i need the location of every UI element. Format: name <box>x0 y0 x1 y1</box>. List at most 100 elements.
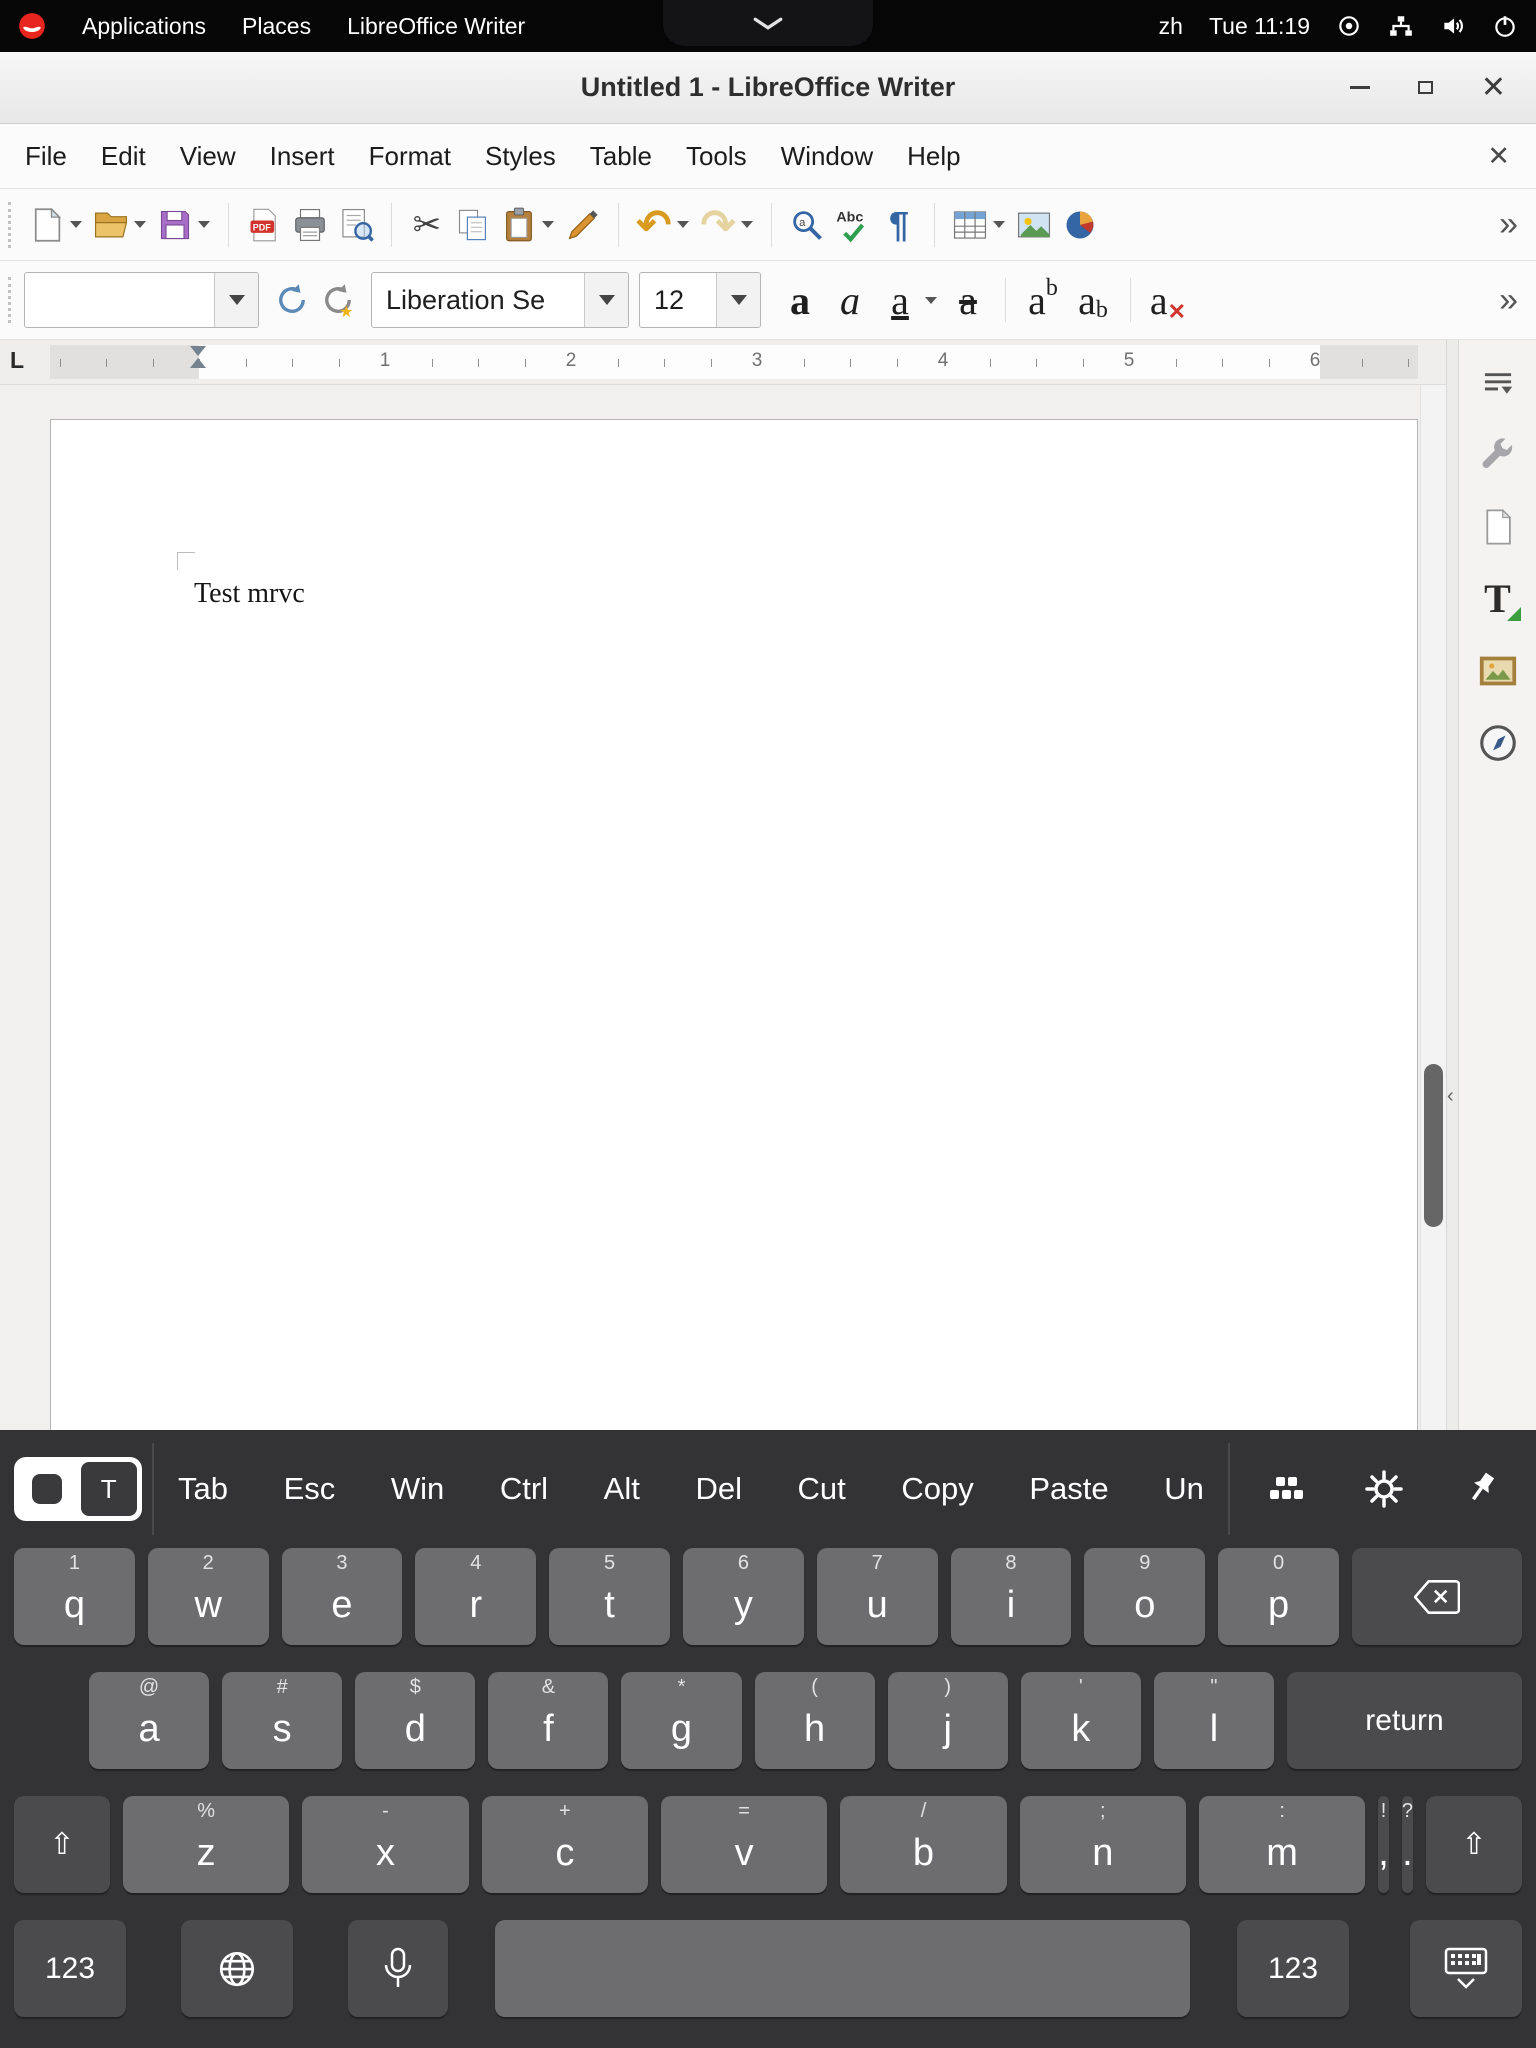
key-p[interactable]: 0p <box>1218 1548 1339 1645</box>
key-i[interactable]: 8i <box>951 1548 1072 1645</box>
key-.[interactable]: ?. <box>1402 1796 1413 1893</box>
close-window-button[interactable]: ✕ <box>1481 73 1506 103</box>
globe-key[interactable] <box>181 1920 293 2017</box>
underline-button[interactable]: a <box>875 272 925 328</box>
font-size-dropdown[interactable] <box>716 273 760 327</box>
bold-button[interactable]: a <box>775 272 825 328</box>
key-,[interactable]: !, <box>1378 1796 1389 1893</box>
menu-item-format[interactable]: Format <box>352 141 468 172</box>
menu-item-file[interactable]: File <box>8 141 84 172</box>
kb-toolbar-key-del[interactable]: Del <box>695 1471 742 1507</box>
numbers-key-right[interactable]: 123 <box>1237 1920 1349 2017</box>
new-style-button[interactable]: ★ <box>315 272 361 328</box>
print-button[interactable] <box>287 197 333 253</box>
sidebar-gallery-button[interactable] <box>1471 644 1525 698</box>
power-icon[interactable] <box>1492 13 1518 39</box>
tab-stop-selector[interactable]: L <box>10 347 24 374</box>
shift-key-right[interactable]: ⇧ <box>1426 1796 1522 1893</box>
restore-button[interactable] <box>1418 81 1433 94</box>
sidebar-styles-button[interactable]: T <box>1471 572 1525 626</box>
sidebar-properties-button[interactable] <box>1471 428 1525 482</box>
places-menu[interactable]: Places <box>242 13 311 40</box>
key-t[interactable]: 5t <box>549 1548 670 1645</box>
underline-dropdown[interactable] <box>925 297 937 304</box>
font-name-dropdown[interactable] <box>584 273 628 327</box>
undo-dropdown[interactable] <box>677 221 689 228</box>
toolbar-overflow-button[interactable]: » <box>1499 205 1524 244</box>
active-app-menu[interactable]: LibreOffice Writer <box>347 13 525 40</box>
font-size-value[interactable]: 12 <box>640 273 716 327</box>
dictation-key[interactable] <box>348 1920 448 2017</box>
key-j[interactable]: )j <box>888 1672 1008 1769</box>
document-text[interactable]: Test mrvc <box>194 578 305 610</box>
key-g[interactable]: *g <box>621 1672 741 1769</box>
menu-item-styles[interactable]: Styles <box>468 141 573 172</box>
minimize-button[interactable] <box>1350 86 1370 89</box>
sidebar-collapse-strip[interactable]: ‹ <box>1446 340 1458 1430</box>
key-l[interactable]: "l <box>1154 1672 1274 1769</box>
space-key[interactable] <box>495 1920 1190 2017</box>
superscript-button[interactable]: ab <box>1018 272 1068 328</box>
export-pdf-button[interactable]: PDF <box>241 197 287 253</box>
key-w[interactable]: 2w <box>148 1548 269 1645</box>
left-indent-handle[interactable] <box>190 358 206 368</box>
close-document-button[interactable]: ✕ <box>1487 141 1528 172</box>
kb-toolbar-key-esc[interactable]: Esc <box>284 1471 336 1507</box>
insert-table-dropdown[interactable] <box>993 221 1005 228</box>
key-q[interactable]: 1q <box>14 1548 135 1645</box>
horizontal-ruler[interactable]: 123456 L <box>0 340 1446 385</box>
cut-button[interactable]: ✂ <box>404 197 450 253</box>
clock[interactable]: Tue 11:19 <box>1209 13 1310 40</box>
keyboard-mode-toggle[interactable]: T <box>14 1457 142 1521</box>
save-button[interactable] <box>152 197 198 253</box>
font-name-value[interactable]: Liberation Se <box>372 273 584 327</box>
font-name-combo[interactable]: Liberation Se <box>371 272 629 328</box>
open-dropdown[interactable] <box>134 221 146 228</box>
return-key[interactable]: return <box>1287 1672 1522 1769</box>
document-page[interactable]: Test mrvc <box>50 419 1418 1430</box>
toolbar-drag-handle[interactable] <box>8 202 14 248</box>
key-v[interactable]: =v <box>661 1796 827 1893</box>
paragraph-style-value[interactable] <box>25 273 214 327</box>
insert-table-button[interactable] <box>947 197 993 253</box>
font-size-combo[interactable]: 12 <box>639 272 761 328</box>
key-b[interactable]: /b <box>840 1796 1006 1893</box>
kb-toolbar-key-tab[interactable]: Tab <box>178 1471 228 1507</box>
toolbar-drag-handle[interactable] <box>8 277 14 323</box>
find-replace-button[interactable]: a <box>784 197 830 253</box>
key-y[interactable]: 6y <box>683 1548 804 1645</box>
key-f[interactable]: &f <box>488 1672 608 1769</box>
paragraph-style-combo[interactable] <box>24 272 259 328</box>
insert-image-button[interactable] <box>1011 197 1057 253</box>
menu-item-table[interactable]: Table <box>573 141 669 172</box>
clear-formatting-button[interactable]: a✕ <box>1143 272 1193 328</box>
redo-dropdown[interactable] <box>741 221 753 228</box>
indent-marker[interactable] <box>190 346 206 368</box>
scrollbar-thumb[interactable] <box>1424 1064 1443 1227</box>
menu-item-edit[interactable]: Edit <box>84 141 163 172</box>
menu-item-view[interactable]: View <box>163 141 253 172</box>
menu-item-window[interactable]: Window <box>764 141 890 172</box>
key-n[interactable]: ;n <box>1020 1796 1186 1893</box>
key-e[interactable]: 3e <box>282 1548 403 1645</box>
new-document-button[interactable] <box>24 197 70 253</box>
numbers-key-left[interactable]: 123 <box>14 1920 126 2017</box>
open-button[interactable] <box>88 197 134 253</box>
gear-icon[interactable] <box>1364 1469 1404 1509</box>
first-line-indent-handle[interactable] <box>190 346 206 356</box>
pin-icon[interactable] <box>1462 1469 1502 1509</box>
subscript-button[interactable]: ab <box>1068 272 1118 328</box>
dismiss-keyboard-key[interactable] <box>1410 1920 1522 2017</box>
key-r[interactable]: 4r <box>415 1548 536 1645</box>
screenshot-icon[interactable] <box>1336 13 1362 39</box>
key-h[interactable]: (h <box>755 1672 875 1769</box>
formatting-marks-button[interactable]: ¶ <box>876 197 922 253</box>
paste-button[interactable] <box>496 197 542 253</box>
key-o[interactable]: 9o <box>1084 1548 1205 1645</box>
menu-item-help[interactable]: Help <box>890 141 977 172</box>
vertical-scrollbar[interactable] <box>1420 385 1446 1430</box>
key-m[interactable]: :m <box>1199 1796 1365 1893</box>
copy-button[interactable] <box>450 197 496 253</box>
kb-toolbar-key-cut[interactable]: Cut <box>798 1471 846 1507</box>
applications-menu[interactable]: Applications <box>82 13 206 40</box>
